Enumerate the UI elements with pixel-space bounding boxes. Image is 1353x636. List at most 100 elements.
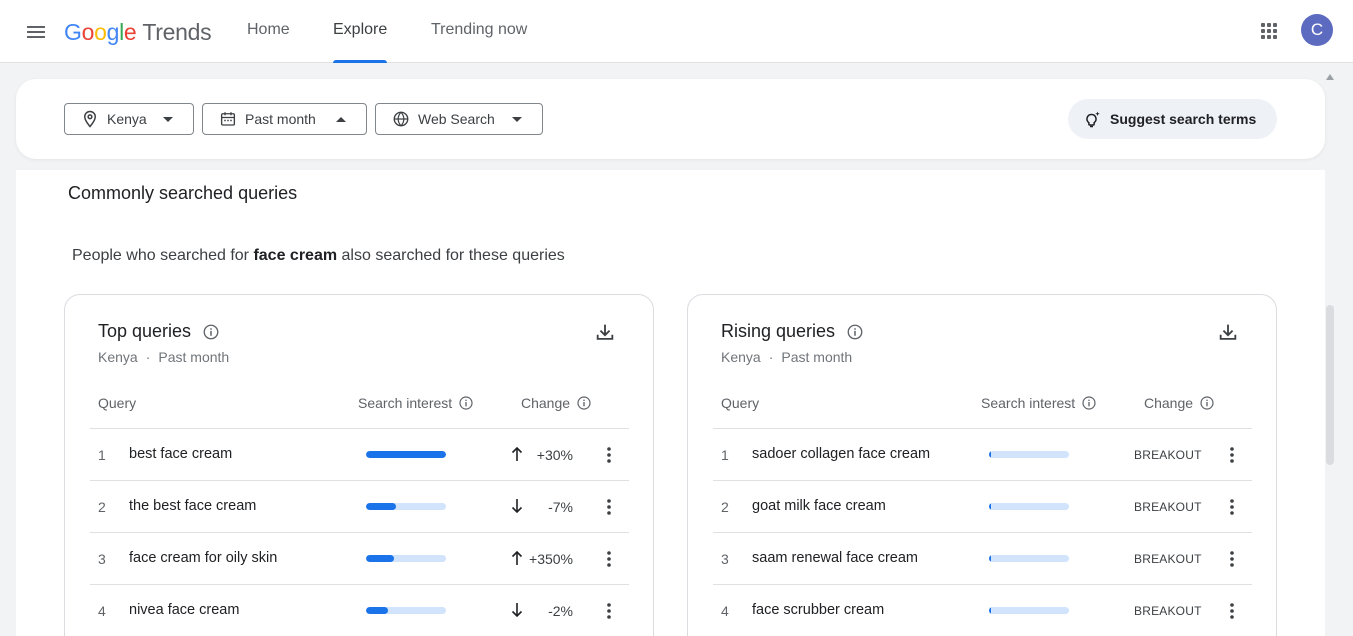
logo-letter: e <box>123 19 137 45</box>
more-options-icon[interactable] <box>1222 497 1242 517</box>
search-type-label: Web Search <box>418 111 495 127</box>
search-interest-fill <box>989 555 992 562</box>
search-interest-bar <box>366 555 446 562</box>
lightbulb-sparkle-icon <box>1086 111 1100 128</box>
tab-explore[interactable]: Explore <box>333 0 388 63</box>
account-avatar[interactable]: C <box>1301 14 1333 46</box>
card-time-range: Past month <box>781 349 853 365</box>
card-subtitle: Kenya · Past month <box>98 349 229 365</box>
query-text[interactable]: the best face cream <box>129 498 256 514</box>
row-rank: 1 <box>98 447 106 463</box>
search-interest-bar <box>366 451 446 458</box>
tab-home[interactable]: Home <box>247 0 290 63</box>
location-label: Kenya <box>107 111 147 127</box>
query-text[interactable]: saam renewal face cream <box>752 550 918 566</box>
change-value: BREAKOUT <box>1134 500 1202 514</box>
column-header-query-label: Query <box>98 395 137 411</box>
download-icon[interactable] <box>1217 321 1239 343</box>
card-subtitle: Kenya · Past month <box>721 349 852 365</box>
logo-letter: G <box>64 19 82 45</box>
table-row[interactable]: 3 saam renewal face cream BREAKOUT <box>713 532 1252 584</box>
tab-trending-now[interactable]: Trending now <box>431 0 527 63</box>
more-options-icon[interactable] <box>599 445 619 465</box>
row-rank: 3 <box>721 551 729 567</box>
column-header-query: Query <box>98 395 136 411</box>
rising-queries-card: Rising queries Kenya · Past month Query Se… <box>687 294 1277 636</box>
arrow-up-icon <box>511 446 523 461</box>
scroll-up-arrow-icon[interactable] <box>1326 74 1334 80</box>
suggest-search-terms-button[interactable]: Suggest search terms <box>1068 99 1277 139</box>
top-app-bar: Go o g l e Trends Home Explore Trending now C <box>0 0 1353 63</box>
location-dropdown[interactable]: Kenya <box>64 103 194 135</box>
more-options-icon[interactable] <box>1222 601 1242 621</box>
query-text[interactable]: goat milk face cream <box>752 498 886 514</box>
table-row[interactable]: 3 face cream for oily skin +350% <box>90 532 629 584</box>
change-value: BREAKOUT <box>1134 448 1202 462</box>
logo-letter: o <box>81 19 95 45</box>
more-options-icon[interactable] <box>599 497 619 517</box>
search-interest-bar <box>989 607 1069 614</box>
card-title-text: Rising queries <box>721 321 836 341</box>
download-icon[interactable] <box>594 321 616 343</box>
table-row[interactable]: 1 best face cream +30% <box>90 428 629 480</box>
info-icon[interactable] <box>202 323 220 341</box>
query-text[interactable]: sadoer collagen face cream <box>752 446 930 462</box>
column-header-search-interest: Search interest <box>981 395 1097 411</box>
search-interest-bar <box>989 555 1069 562</box>
card-title: Top queries <box>98 321 220 342</box>
column-header-interest-label: Search interest <box>358 395 453 411</box>
search-interest-fill <box>366 555 394 562</box>
table-row[interactable]: 2 the best face cream -7% <box>90 480 629 532</box>
scrollbar-thumb[interactable] <box>1326 305 1334 465</box>
change-value: +30% <box>536 447 573 463</box>
change-value: +350% <box>529 551 573 567</box>
desc-suffix: also searched for these queries <box>337 247 565 264</box>
more-options-icon[interactable] <box>1222 445 1242 465</box>
more-options-icon[interactable] <box>1222 549 1242 569</box>
arrow-down-icon <box>511 499 523 514</box>
row-rank: 1 <box>721 447 729 463</box>
card-title-text: Top queries <box>98 321 192 341</box>
column-header-change: Change <box>521 395 592 411</box>
more-options-icon[interactable] <box>599 549 619 569</box>
time-range-dropdown[interactable]: Past month <box>202 103 367 135</box>
more-options-icon[interactable] <box>599 601 619 621</box>
row-rank: 4 <box>721 603 729 619</box>
row-rank: 2 <box>98 499 106 515</box>
apps-grid-icon[interactable] <box>1257 19 1281 43</box>
row-rank: 3 <box>98 551 106 567</box>
card-location: Kenya <box>721 349 761 365</box>
column-header-change-label: Change <box>521 395 571 411</box>
change-value: -7% <box>548 499 573 515</box>
row-rank: 4 <box>98 603 106 619</box>
table-row[interactable]: 4 face scrubber cream BREAKOUT <box>713 584 1252 636</box>
arrow-down-icon <box>511 603 523 618</box>
google-trends-logo[interactable]: Go o g l e Trends <box>64 16 212 48</box>
info-icon[interactable] <box>458 395 474 411</box>
calendar-icon <box>220 112 236 126</box>
column-header-search-interest: Search interest <box>358 395 474 411</box>
info-icon[interactable] <box>576 395 592 411</box>
table-row[interactable]: 2 goat milk face cream BREAKOUT <box>713 480 1252 532</box>
filter-bar: Kenya Past month Web Search Suggest sear… <box>16 79 1325 159</box>
info-icon[interactable] <box>1199 395 1215 411</box>
search-interest-fill <box>366 503 397 510</box>
search-interest-fill <box>366 451 446 458</box>
query-text[interactable]: best face cream <box>129 446 232 462</box>
table-row[interactable]: 1 sadoer collagen face cream BREAKOUT <box>713 428 1252 480</box>
search-type-dropdown[interactable]: Web Search <box>375 103 543 135</box>
change-value: BREAKOUT <box>1134 552 1202 566</box>
info-icon[interactable] <box>846 323 864 341</box>
query-text[interactable]: face scrubber cream <box>752 602 884 618</box>
table-row[interactable]: 4 nivea face cream -2% <box>90 584 629 636</box>
info-icon[interactable] <box>1081 395 1097 411</box>
separator-dot: · <box>768 349 774 365</box>
globe-icon <box>393 111 409 127</box>
query-text[interactable]: face cream for oily skin <box>129 550 277 566</box>
search-interest-bar <box>989 503 1069 510</box>
section-description: People who searched for face cream also … <box>72 247 565 265</box>
logo-product-name: Trends <box>142 19 212 45</box>
column-header-interest-label: Search interest <box>981 395 1076 411</box>
query-text[interactable]: nivea face cream <box>129 602 239 618</box>
menu-icon[interactable] <box>24 20 48 44</box>
